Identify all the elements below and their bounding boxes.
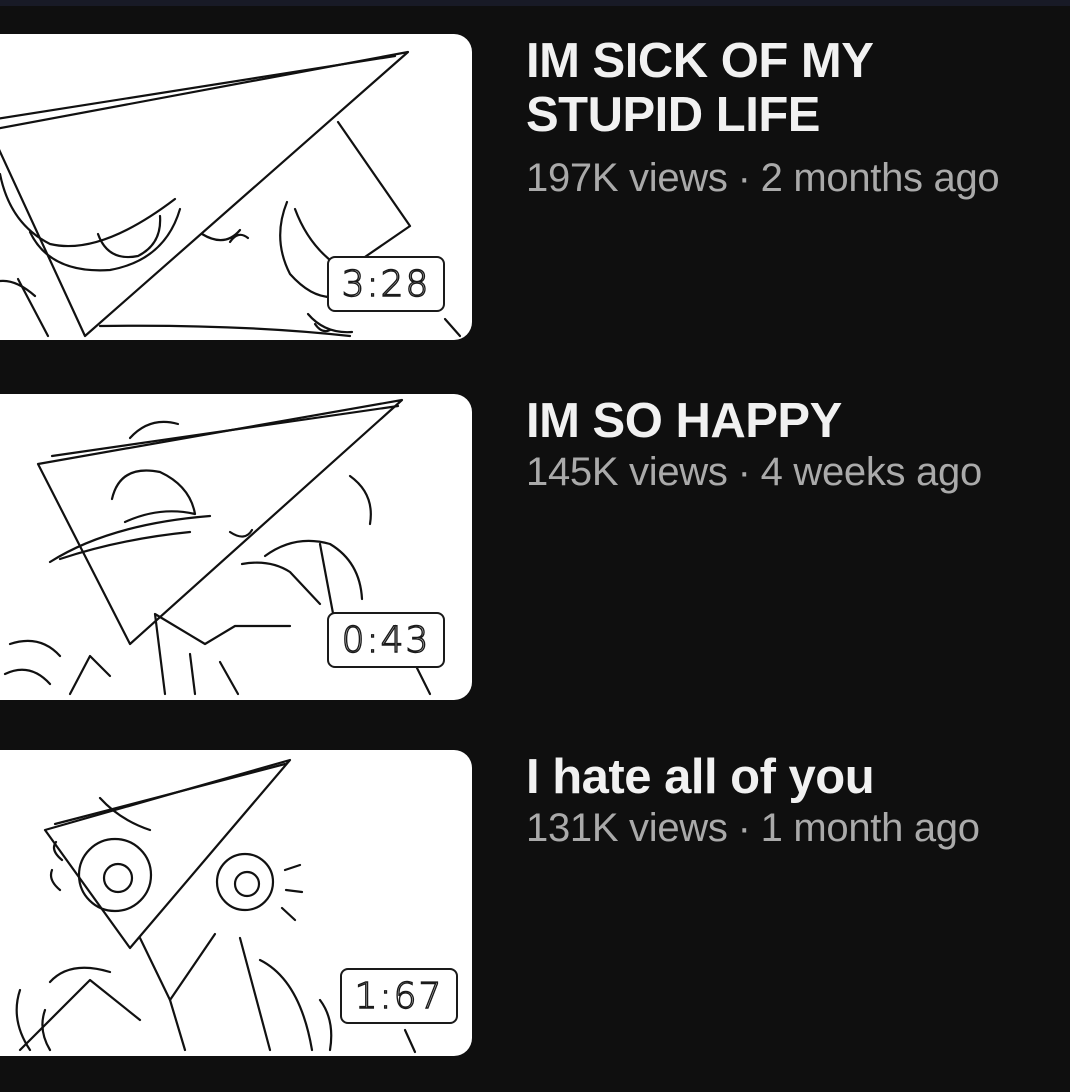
view-count: 145K views — [526, 450, 728, 494]
video-list-item[interactable]: 1:67 I hate all of you 131K views · 1 mont… — [0, 750, 1070, 1060]
meta-separator: · — [737, 450, 751, 494]
video-thumbnail[interactable]: 0:43 — [0, 394, 472, 700]
video-title[interactable]: IM SO HAPPY — [526, 394, 1046, 448]
video-thumbnail[interactable]: 3:28 — [0, 34, 472, 340]
upload-age: 2 months ago — [760, 156, 1000, 200]
video-thumbnail[interactable]: 1:67 — [0, 750, 472, 1056]
view-count: 131K views — [526, 806, 728, 850]
upload-age: 4 weeks ago — [760, 450, 983, 494]
duration-badge: 3:28 — [327, 256, 445, 312]
duration-badge: 1:67 — [340, 968, 458, 1024]
video-title[interactable]: IM SICK OF MY STUPID LIFE — [526, 34, 926, 142]
meta-separator: · — [737, 156, 751, 200]
meta-separator: · — [737, 806, 751, 850]
video-title[interactable]: I hate all of you — [526, 750, 1046, 804]
video-list-item[interactable]: 3:28 IM SICK OF MY STUPID LIFE 197K view… — [0, 34, 1070, 344]
video-list-item[interactable]: 0:43 IM SO HAPPY 145K views · 4 weeks ago — [0, 394, 1070, 704]
upload-age: 1 month ago — [760, 806, 980, 850]
top-edge-bar — [0, 0, 1070, 6]
duration-badge: 0:43 — [327, 612, 445, 668]
view-count: 197K views — [526, 156, 728, 200]
video-metadata: 131K views · 1 month ago — [526, 806, 980, 851]
video-metadata: 145K views · 4 weeks ago — [526, 450, 982, 495]
video-metadata: 197K views · 2 months ago — [526, 156, 1000, 201]
